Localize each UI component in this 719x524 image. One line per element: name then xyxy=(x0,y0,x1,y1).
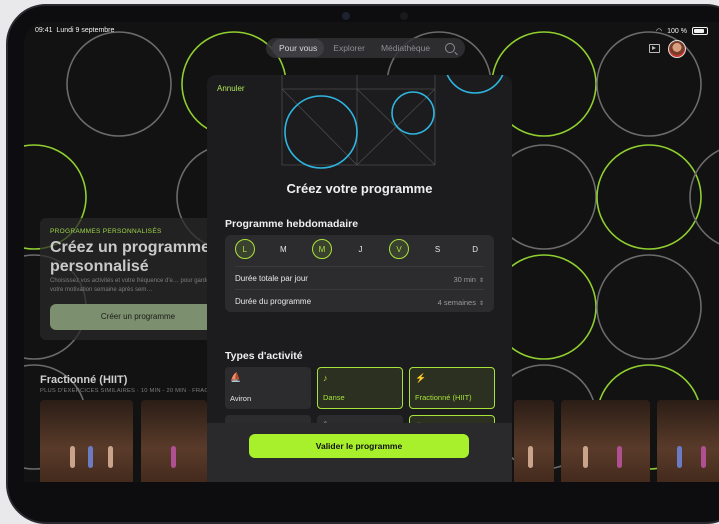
program-duration-picker[interactable]: 4 semaines ⇕ xyxy=(438,292,484,310)
top-navigation: Pour vous Explorer Médiathèque xyxy=(266,38,466,58)
tab-explorer[interactable]: Explorer xyxy=(326,39,372,57)
trainer-figure xyxy=(617,446,622,468)
battery-percent: 100 % xyxy=(667,27,687,35)
activity-tile-hiit[interactable]: ⚡ Fractionné (HIIT) xyxy=(409,367,495,409)
promo-kicker: PROGRAMMES PERSONNALISÉS xyxy=(50,228,162,235)
create-program-button[interactable]: Créer un programme xyxy=(50,304,226,330)
activity-label: Fractionné (HIIT) xyxy=(415,393,472,402)
day-toggle-friday[interactable]: V xyxy=(389,239,410,259)
daily-duration-label: Durée totale par jour xyxy=(235,273,308,283)
avatar[interactable] xyxy=(668,40,686,58)
camera-icon xyxy=(342,12,350,20)
create-program-sheet: Annuler Créez votre programme Programme … xyxy=(207,75,512,482)
promo-description: Choisissez vos activités et votre fréque… xyxy=(50,278,212,293)
day-toggle-monday[interactable]: L xyxy=(234,239,255,259)
sensor-icon xyxy=(400,12,408,20)
trainer-figure xyxy=(70,446,75,468)
day-toggle-tuesday[interactable]: M xyxy=(274,240,292,258)
activity-label: Aviron xyxy=(230,394,252,403)
date: Lundi 9 septembre xyxy=(56,27,115,34)
trainer-figure xyxy=(677,446,682,468)
header-artwork xyxy=(281,75,504,169)
airplay-icon[interactable] xyxy=(649,44,660,53)
trainer-figure xyxy=(88,446,93,468)
hiit-icon: ⚡ xyxy=(415,373,427,383)
trainer-figure xyxy=(108,446,113,468)
tab-pour-vous[interactable]: Pour vous xyxy=(272,39,325,57)
status-right: ◠ 100 % xyxy=(656,27,708,35)
validate-program-button[interactable]: Valider le programme xyxy=(249,434,469,458)
weekly-card: L M M J V S D Durée totale par jour 30 m… xyxy=(225,235,494,312)
weekly-heading: Programme hebdomadaire xyxy=(225,218,359,230)
workout-thumbnail[interactable] xyxy=(657,400,719,482)
workout-thumbnail[interactable] xyxy=(40,400,133,482)
wifi-icon: ◠ xyxy=(656,28,663,35)
app-screen: 09:41 Lundi 9 septembre ◠ 100 % Pour vou… xyxy=(24,22,719,482)
daily-duration-picker[interactable]: 30 min ⇕ xyxy=(453,269,484,287)
activity-label: Danse xyxy=(323,393,345,402)
activity-heading: Types d'activité xyxy=(225,350,303,362)
workout-thumbnail[interactable] xyxy=(514,400,554,482)
dance-icon: ♪ xyxy=(323,373,328,383)
section-subtitle: PLUS D'EXERCICES SIMILAIRES · 10 MIN - 2… xyxy=(40,388,232,394)
status-bar: 09:41 Lundi 9 septembre ◠ 100 % xyxy=(35,25,719,39)
trainer-figure xyxy=(171,446,176,468)
clock: 09:41 xyxy=(35,27,53,34)
activity-tile-danse[interactable]: ♪ Danse xyxy=(317,367,403,409)
rowing-icon: ⛵ xyxy=(230,372,242,382)
day-toggle-wednesday[interactable]: M xyxy=(311,239,332,259)
promo-card: PROGRAMMES PERSONNALISÉS Créez un progra… xyxy=(40,218,230,340)
day-toggle-sunday[interactable]: D xyxy=(466,240,484,258)
search-icon[interactable] xyxy=(445,43,456,53)
workout-thumbnail[interactable] xyxy=(561,400,650,482)
trainer-figure xyxy=(701,446,706,468)
program-duration-label: Durée du programme xyxy=(235,296,312,306)
activity-tile-aviron[interactable]: ⛵ Aviron xyxy=(225,367,311,409)
battery-icon xyxy=(692,27,708,35)
trainer-figure xyxy=(583,446,588,468)
day-toggle-thursday[interactable]: J xyxy=(351,240,369,258)
sheet-title: Créez votre programme xyxy=(286,181,433,196)
trainer-figure xyxy=(528,446,533,468)
status-time: 09:41 Lundi 9 septembre xyxy=(35,27,114,34)
daily-duration-value: 30 min xyxy=(453,275,476,284)
promo-title: Créez un programme personnalisé xyxy=(50,239,211,275)
section-title: Fractionné (HIIT) xyxy=(40,374,128,386)
updown-chevron-icon: ⇕ xyxy=(478,278,484,284)
daily-duration-row[interactable]: Durée totale par jour 30 min ⇕ xyxy=(235,266,484,289)
program-duration-value: 4 semaines xyxy=(437,298,476,307)
day-picker: L M M J V S D xyxy=(225,235,494,263)
updown-chevron-icon: ⇕ xyxy=(478,301,484,307)
tab-mediatheque[interactable]: Médiathèque xyxy=(374,39,437,57)
sheet-footer: Valider le programme xyxy=(207,423,512,482)
cancel-button[interactable]: Annuler xyxy=(217,84,245,93)
program-duration-row[interactable]: Durée du programme 4 semaines ⇕ xyxy=(235,289,484,312)
day-toggle-saturday[interactable]: S xyxy=(429,240,447,258)
workout-thumbnail[interactable] xyxy=(141,400,207,482)
